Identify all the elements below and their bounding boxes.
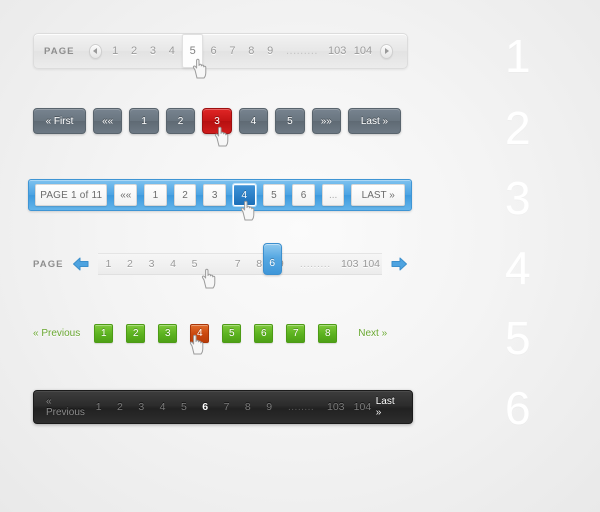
page-tick-4[interactable]: 4 [162,258,184,270]
last-button[interactable]: LAST » [351,184,406,206]
page-link-3[interactable]: 3 [131,401,152,413]
ellipsis: ......... [285,45,318,57]
pagination-showcase: 1 2 3 4 5 6 PAGE 1 2 3 4 5 6 7 8 9 .....… [0,0,600,512]
page-tick-1[interactable]: 1 [98,258,120,270]
page-tick-103[interactable]: 103 [339,258,361,270]
right-arrow-icon [391,257,407,271]
page-link-103[interactable]: 103 [324,45,350,57]
page-link-103[interactable]: 103 [322,401,349,413]
next-link[interactable]: Next » [358,328,387,339]
page-tick-7[interactable]: 7 [227,258,249,270]
page-link-2[interactable]: 2 [125,45,144,57]
slider-handle[interactable]: 6 [262,243,282,275]
page-button-5[interactable]: 5 [262,184,286,206]
section-marker-4: 4 [505,242,531,294]
page-square-5[interactable]: 5 [222,323,242,343]
page-tick-2[interactable]: 2 [119,258,141,270]
page-link-9[interactable]: 9 [258,401,279,413]
page-button-2[interactable]: 2 [165,108,196,134]
page-button-1[interactable]: 1 [129,108,159,134]
page-square-2[interactable]: 2 [126,323,146,343]
page-button-3[interactable]: 3 [203,184,226,206]
right-arrow-circle-icon [384,48,389,54]
page-link-4[interactable]: 4 [162,45,181,57]
page-square-1[interactable]: 1 [94,323,114,343]
page-button-4[interactable]: 4 [238,108,269,134]
prev-button[interactable]: «« [92,108,123,134]
ellipsis: ........ [287,401,315,413]
page-link-2[interactable]: 2 [109,401,130,413]
page-label: PAGE [33,258,64,270]
page-link-active[interactable]: 5 [182,34,204,68]
page-square-8[interactable]: 8 [318,323,338,343]
page-tick-104[interactable]: 104 [360,258,382,270]
next-button[interactable]: »» [311,108,342,134]
page-square-active[interactable]: 4 [190,323,210,343]
page-button-active[interactable]: 3 [202,108,232,134]
page-link-8[interactable]: 8 [237,401,258,413]
page-link-6[interactable]: 6 [204,45,223,57]
page-square-6[interactable]: 6 [254,323,274,343]
next-page-button[interactable] [379,43,393,59]
section-marker-1: 1 [505,30,531,82]
last-button[interactable]: Last » [348,108,401,134]
prev-button[interactable]: «« [114,184,138,206]
section-marker-5: 5 [505,312,531,364]
page-link-3[interactable]: 3 [144,45,163,57]
page-square-3[interactable]: 3 [158,323,178,343]
page-link-active[interactable]: 6 [195,401,216,413]
ellipsis: ......... [299,258,331,270]
green-square-pagination: « Previous 1 2 3 4 5 6 7 8 Next » [33,322,408,344]
last-link[interactable]: Last » [376,396,400,418]
page-slider-track[interactable]: 1 2 3 4 5 7 8 9 ......... 103 104 6 [97,243,382,275]
page-button-6[interactable]: 6 [292,184,315,206]
section-marker-2: 2 [505,102,531,154]
left-arrow-icon [72,257,89,271]
light-pagination-bar: PAGE 1 2 3 4 5 6 7 8 9 ......... 103 104 [33,33,408,69]
page-link-9[interactable]: 9 [261,45,280,57]
first-button[interactable]: « First [33,108,86,134]
page-link-104[interactable]: 104 [350,45,376,57]
left-arrow-circle-icon [92,48,97,54]
page-tick-3[interactable]: 3 [141,258,163,270]
slider-pagination: PAGE 1 2 3 4 5 7 8 9 ......... 103 104 6 [33,243,408,276]
section-marker-6: 6 [505,382,531,434]
page-link-5[interactable]: 5 [173,401,194,413]
dark-bar-pagination: « Previous 1 2 3 4 5 6 7 8 9 ........ 10… [33,390,413,424]
page-button-active[interactable]: 4 [232,184,256,206]
prev-arrow-button[interactable] [72,256,90,272]
page-link-104[interactable]: 104 [349,401,376,413]
page-button-1[interactable]: 1 [144,184,167,206]
blue-bar-pagination: PAGE 1 of 11 «« 1 2 3 4 5 6 ... LAST » [28,179,412,211]
page-link-7[interactable]: 7 [223,45,242,57]
page-info-button[interactable]: PAGE 1 of 11 [35,184,108,206]
page-link-7[interactable]: 7 [216,401,237,413]
page-link-4[interactable]: 4 [152,401,173,413]
section-marker-3: 3 [505,172,531,224]
page-button-5[interactable]: 5 [275,108,305,134]
slate-button-pagination: « First «« 1 2 3 4 5 »» Last » [33,107,408,135]
page-tick-5[interactable]: 5 [184,258,206,270]
page-link-8[interactable]: 8 [242,45,261,57]
page-label: PAGE [44,45,75,57]
page-link-1[interactable]: 1 [106,45,125,57]
page-link-1[interactable]: 1 [88,401,109,413]
ellipsis-button[interactable]: ... [321,184,345,206]
page-square-7[interactable]: 7 [286,323,306,343]
page-button-2[interactable]: 2 [173,184,197,206]
prev-page-button[interactable] [88,43,102,59]
previous-link[interactable]: « Previous [46,396,88,418]
previous-link[interactable]: « Previous [33,328,80,339]
next-arrow-button[interactable] [390,256,408,272]
